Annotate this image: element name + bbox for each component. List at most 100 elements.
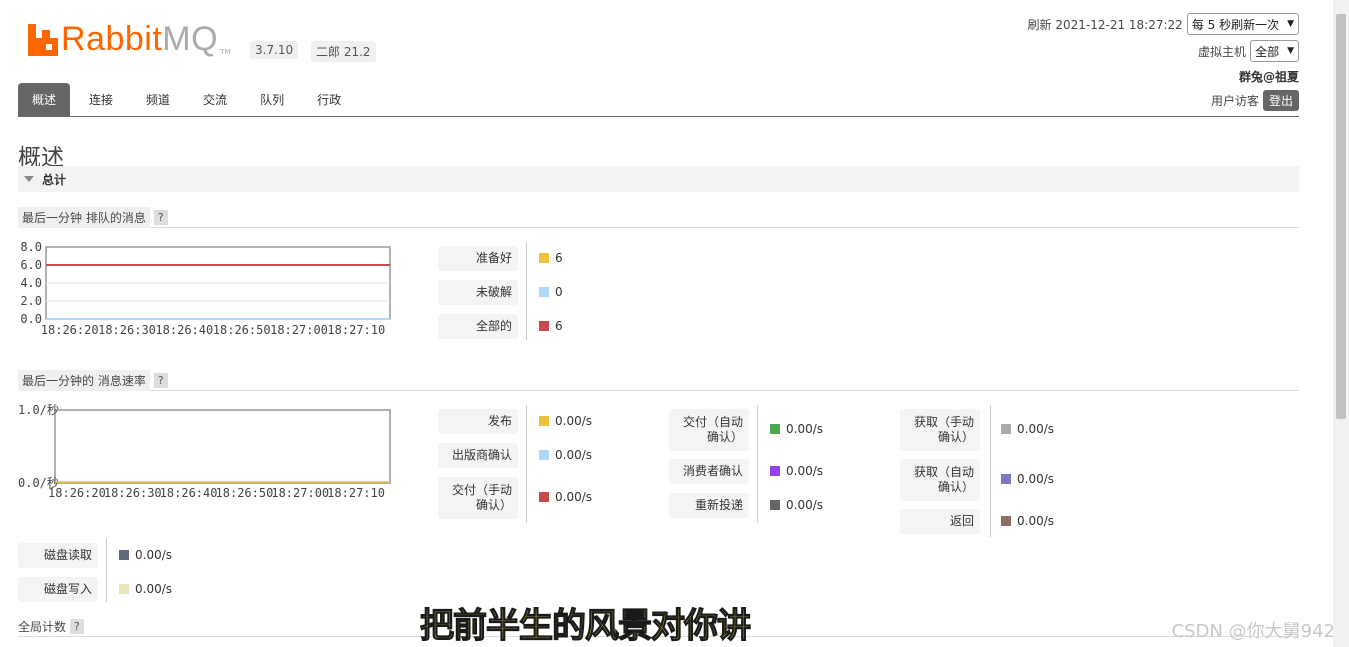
help-button[interactable]: ? — [70, 619, 84, 634]
y-tick-label: 6.0 — [20, 258, 42, 272]
legend-label: 获取（手动确认） — [900, 409, 980, 451]
legend-label: 准备好 — [438, 246, 518, 271]
legend-value: 0.00/s — [770, 464, 823, 478]
queued-messages-chart-svg: 0.02.04.06.08.018:26:20 18:26:30 18:26:40 1… — [20, 240, 391, 337]
legend-swatch — [119, 583, 129, 594]
legend-divider — [526, 242, 527, 340]
legend-swatch — [1001, 515, 1011, 526]
queued-messages-chart: 0.0 2.0 4.0 6.0 8.0 18:26:20 18:26:30 18:26:40 1… — [18, 240, 398, 343]
legend-value: 0 — [539, 285, 563, 299]
queued-messages-title: 最后一分钟 排队的消息 — [18, 207, 150, 228]
legend-value: 0.00/s — [1001, 514, 1054, 528]
y-tick-label: 2.0 — [20, 294, 42, 308]
rabbitmq-version-badge: 3.7.10 — [250, 41, 299, 59]
totals-section-header[interactable]: 总计 — [18, 166, 1299, 192]
x-tick-label: 18:27:00 — [271, 486, 329, 500]
legend-label: 未破解 — [438, 280, 518, 305]
legend-label: 发布 — [438, 409, 518, 434]
legend-swatch — [539, 286, 549, 297]
x-tick-label: 18:26:30 — [104, 486, 162, 500]
x-tick-label: 18:27:00 — [270, 323, 328, 337]
legend-value: 0.00/s — [1001, 472, 1054, 486]
tab-queues[interactable]: 队列 — [246, 83, 298, 117]
tab-overview[interactable]: 概述 — [18, 83, 71, 117]
logo-trademark: TM — [220, 48, 231, 56]
logo-wordmark: RabbitMQ — [61, 20, 219, 58]
legend-label: 全部的 — [438, 314, 518, 339]
refresh-timestamp: 刷新 2021-12-21 18:27:22 — [1027, 17, 1183, 32]
message-rates-chart-svg: 0.0/秒1.0/秒18:26:2018:26:3018:26:4018:26:… — [18, 403, 391, 500]
x-tick-label: 18:26:30 — [98, 323, 156, 337]
legend-label: 重新投递 — [669, 493, 749, 518]
tab-exchanges[interactable]: 交流 — [189, 83, 241, 117]
legend-swatch — [119, 549, 129, 560]
legend-value: 0.00/s — [1001, 422, 1054, 436]
legend-swatch — [539, 492, 549, 502]
scrollbar-thumb[interactable] — [1336, 14, 1346, 419]
tab-connections[interactable]: 连接 — [75, 83, 127, 117]
legend-swatch — [1001, 424, 1011, 434]
legend-divider — [526, 405, 527, 523]
vertical-scrollbar[interactable] — [1333, 0, 1349, 647]
rabbitmq-logo: RabbitMQ TM — [28, 22, 230, 56]
legend-swatch — [539, 252, 549, 263]
legend-label: 磁盘读取 — [18, 543, 98, 568]
legend-swatch — [1001, 474, 1011, 484]
legend-label: 交付（手动确认） — [438, 477, 518, 519]
legend-divider — [990, 405, 991, 537]
x-tick-label: 18:26:20 — [41, 323, 99, 337]
legend-value: 0.00/s — [539, 490, 592, 504]
y-tick-label: 8.0 — [20, 240, 42, 254]
vhost-select[interactable]: 全部 ▼ — [1250, 40, 1299, 62]
y-tick-label: 1.0/秒 — [18, 404, 59, 417]
tab-admin[interactable]: 行政 — [303, 83, 355, 117]
video-subtitle: 把前半生的风景对你讲 — [419, 605, 751, 646]
section-title: 总计 — [42, 172, 67, 187]
legend-label: 交付（自动确认） — [669, 409, 749, 451]
x-tick-label: 18:26:40 — [160, 486, 218, 500]
legend-swatch — [770, 465, 780, 476]
legend-divider — [757, 405, 758, 523]
chevron-down-icon: ▼ — [1287, 19, 1294, 29]
legend-value: 0.00/s — [539, 414, 592, 428]
message-rates-header: 最后一分钟的 消息速率 ? — [18, 370, 1299, 391]
help-button[interactable]: ? — [153, 373, 168, 388]
rabbit-logo-icon — [28, 24, 58, 56]
y-tick-label: 4.0 — [20, 276, 42, 290]
main-tabs: 概述 连接 频道 交流 队列 行政 — [18, 83, 1299, 117]
legend-value: 0.00/s — [119, 548, 172, 562]
legend-swatch — [539, 320, 549, 331]
legend-swatch — [770, 424, 780, 434]
chevron-down-icon: ▼ — [1287, 46, 1294, 56]
csdn-watermark: CSDN @你大舅942 — [1171, 621, 1335, 642]
legend-label: 返回 — [900, 509, 980, 534]
x-tick-label: 18:27:10 — [327, 486, 385, 500]
tab-channels[interactable]: 频道 — [132, 83, 184, 117]
y-tick-label: 0.0 — [20, 312, 42, 326]
legend-value: 0.00/s — [119, 582, 172, 596]
x-tick-label: 18:26:50 — [216, 486, 274, 500]
refresh-interval-select[interactable]: 每 5 秒刷新一次 ▼ — [1186, 13, 1299, 35]
legend-value: 6 — [539, 251, 563, 265]
legend-swatch — [770, 499, 780, 510]
message-rates-chart: 0.0/秒 1.0/秒 18:26:20 18:26:30 18:26:40 18:26:… — [18, 403, 398, 507]
help-button[interactable]: ? — [153, 210, 168, 225]
legend-swatch — [539, 449, 549, 460]
x-tick-label: 18:26:40 — [155, 323, 213, 337]
collapse-triangle-icon — [24, 176, 34, 182]
legend-value: 0.00/s — [770, 498, 823, 512]
global-counts-title: 全局计数 — [18, 620, 67, 634]
legend-label: 消费者确认 — [669, 459, 749, 484]
legend-label: 获取（自动确认） — [900, 459, 980, 501]
legend-label: 磁盘写入 — [18, 577, 98, 602]
legend-swatch — [539, 415, 549, 426]
legend-divider — [106, 538, 107, 602]
queued-messages-header: 最后一分钟 排队的消息 ? — [18, 207, 1299, 228]
legend-value: 0.00/s — [539, 448, 592, 462]
legend-value: 0.00/s — [770, 422, 823, 436]
vhost-label: 虚拟主机 — [1198, 44, 1247, 59]
plot-area — [54, 409, 391, 484]
message-rates-title: 最后一分钟的 消息速率 — [18, 370, 150, 391]
x-tick-label: 18:26:50 — [213, 323, 271, 337]
erlang-version-badge: 二郎 21.2 — [311, 41, 376, 62]
